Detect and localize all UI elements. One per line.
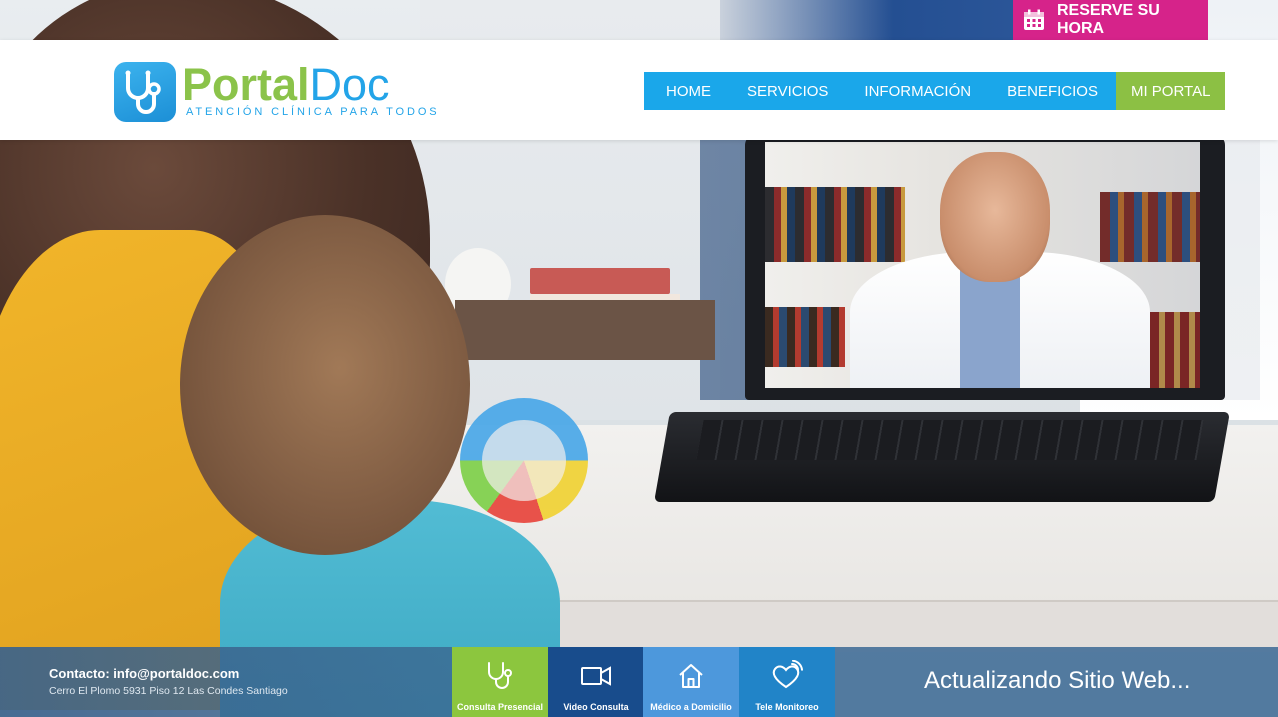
calendar-icon bbox=[1023, 9, 1045, 31]
service-consulta-presencial[interactable]: Consulta Presencial bbox=[452, 647, 548, 717]
main-nav: HOME SERVICIOS INFORMACIÓN BENEFICIOS MI… bbox=[644, 72, 1226, 110]
status-block: Actualizando Sitio Web... bbox=[835, 647, 1278, 717]
stethoscope-icon bbox=[483, 659, 517, 693]
site-status-text: Actualizando Sitio Web... bbox=[924, 667, 1191, 694]
heart-signal-icon bbox=[770, 659, 804, 693]
service-label: Video Consulta bbox=[563, 702, 629, 712]
nav-home[interactable]: HOME bbox=[644, 72, 729, 110]
nav-servicios[interactable]: SERVICIOS bbox=[729, 72, 847, 110]
footer-bar: Contacto: info@portaldoc.com Cerro El Pl… bbox=[0, 647, 1278, 717]
service-tele-monitoreo[interactable]: Tele Monitoreo bbox=[739, 647, 835, 717]
service-medico-domicilio[interactable]: Médico a Domicilio bbox=[643, 647, 739, 717]
contact-address: Cerro El Plomo 5931 Piso 12 Las Condes S… bbox=[49, 685, 288, 697]
portaldoc-logo[interactable]: PortalDoc ATENCIÓN CLÍNICA PARA TODOS bbox=[114, 62, 440, 122]
contact-email[interactable]: Contacto: info@portaldoc.com bbox=[49, 666, 239, 681]
site-header: PortalDoc ATENCIÓN CLÍNICA PARA TODOS HO… bbox=[0, 40, 1278, 140]
stethoscope-logo-icon bbox=[114, 62, 176, 122]
service-label: Consulta Presencial bbox=[456, 702, 544, 712]
service-video-consulta[interactable]: Video Consulta bbox=[548, 647, 644, 717]
service-label: Tele Monitoreo bbox=[755, 702, 819, 712]
nav-informacion[interactable]: INFORMACIÓN bbox=[846, 72, 990, 110]
reserve-appointment-button[interactable]: RESERVE SU HORA bbox=[1013, 0, 1208, 40]
contact-block: Contacto: info@portaldoc.com Cerro El Pl… bbox=[0, 647, 452, 717]
service-label: Médico a Domicilio bbox=[650, 702, 732, 712]
reserve-label: RESERVE SU HORA bbox=[1057, 2, 1160, 37]
video-camera-icon bbox=[579, 659, 613, 693]
nav-mi-portal[interactable]: MI PORTAL bbox=[1115, 72, 1226, 110]
nav-beneficios[interactable]: BENEFICIOS bbox=[989, 72, 1116, 110]
logo-tagline: ATENCIÓN CLÍNICA PARA TODOS bbox=[186, 106, 440, 118]
home-icon bbox=[676, 659, 706, 693]
logo-wordmark: PortalDoc bbox=[182, 59, 390, 110]
